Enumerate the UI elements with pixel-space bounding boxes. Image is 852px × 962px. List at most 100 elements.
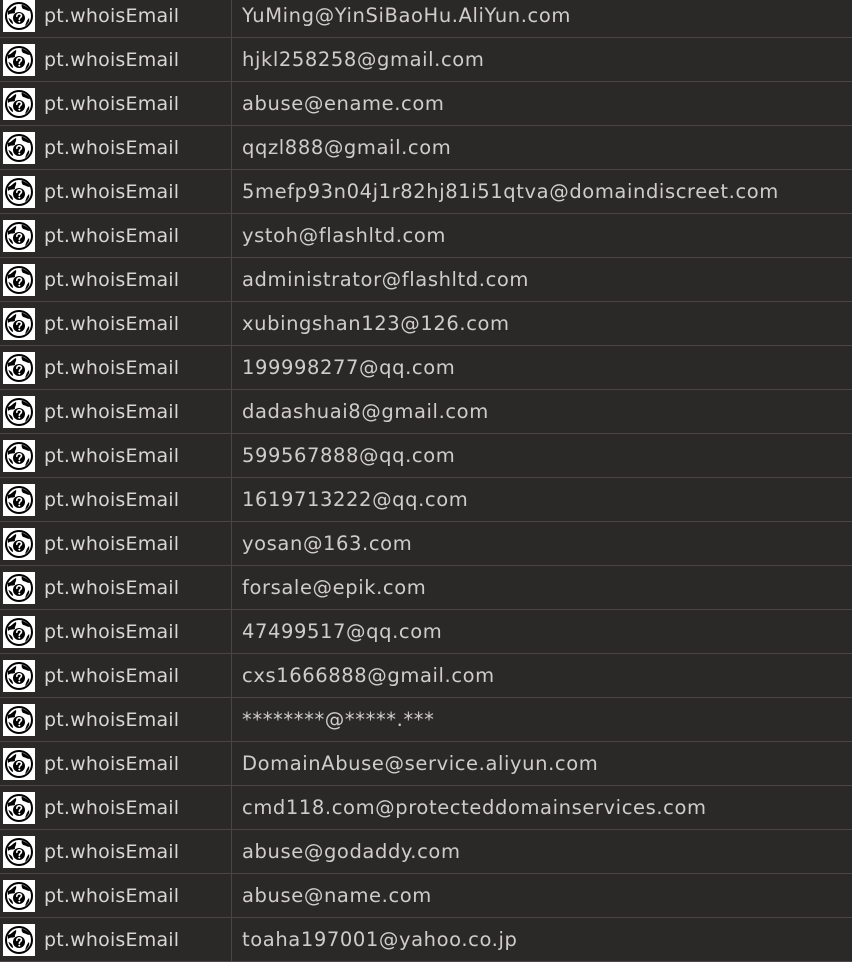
table-row[interactable]: pt.whoisEmail cxs1666888@gmail.com: [0, 654, 852, 698]
globe-question-icon: [3, 615, 35, 648]
entity-type-label: pt.whoisEmail: [44, 356, 180, 379]
table-row[interactable]: pt.whoisEmail forsale@epik.com: [0, 566, 852, 610]
table-row[interactable]: pt.whoisEmail xubingshan123@126.com: [0, 302, 852, 346]
entity-type-label: pt.whoisEmail: [44, 928, 180, 951]
entity-type-cell: pt.whoisEmail: [0, 918, 232, 961]
entity-type-cell: pt.whoisEmail: [0, 390, 232, 433]
table-row[interactable]: pt.whoisEmail DomainAbuse@service.aliyun…: [0, 742, 852, 786]
entity-type-label: pt.whoisEmail: [44, 708, 180, 731]
table-row[interactable]: pt.whoisEmail 5mefp93n04j1r82hj81i51qtva…: [0, 170, 852, 214]
entity-type-label: pt.whoisEmail: [44, 532, 180, 555]
globe-question-icon: [3, 175, 35, 208]
globe-question-icon: [3, 747, 35, 780]
globe-question-icon: [3, 439, 35, 472]
table-row[interactable]: pt.whoisEmail qqzl888@gmail.com: [0, 126, 852, 170]
globe-question-icon: [3, 835, 35, 868]
table-row[interactable]: pt.whoisEmail 47499517@qq.com: [0, 610, 852, 654]
entity-type-cell: pt.whoisEmail: [0, 302, 232, 345]
entity-type-label: pt.whoisEmail: [44, 488, 180, 511]
entity-type-label: pt.whoisEmail: [44, 224, 180, 247]
entity-value: qqzl888@gmail.com: [242, 136, 452, 159]
table-row[interactable]: pt.whoisEmail yosan@163.com: [0, 522, 852, 566]
entity-type-label: pt.whoisEmail: [44, 136, 180, 159]
entity-type-cell: pt.whoisEmail: [0, 170, 232, 213]
entity-type-label: pt.whoisEmail: [44, 444, 180, 467]
entity-type-cell: pt.whoisEmail: [0, 38, 232, 81]
entity-value: 47499517@qq.com: [242, 620, 443, 643]
table-row[interactable]: pt.whoisEmail hjkl258258@gmail.com: [0, 38, 852, 82]
entity-type-label: pt.whoisEmail: [44, 576, 180, 599]
entity-type-label: pt.whoisEmail: [44, 400, 180, 423]
entity-value: xubingshan123@126.com: [242, 312, 510, 335]
table-row[interactable]: pt.whoisEmail ********@*****.***: [0, 698, 852, 742]
table-row[interactable]: pt.whoisEmail abuse@name.com: [0, 874, 852, 918]
entity-type-label: pt.whoisEmail: [44, 752, 180, 775]
entity-value: cmd118.com@protecteddomainservices.com: [242, 796, 707, 819]
entity-value: 599567888@qq.com: [242, 444, 456, 467]
globe-question-icon: [3, 87, 35, 120]
entity-type-cell: pt.whoisEmail: [0, 434, 232, 477]
entity-value: ********@*****.***: [242, 708, 435, 731]
entity-type-cell: pt.whoisEmail: [0, 830, 232, 873]
entity-value: 199998277@qq.com: [242, 356, 456, 379]
table-row[interactable]: pt.whoisEmail 199998277@qq.com: [0, 346, 852, 390]
globe-question-icon: [3, 263, 35, 296]
table-row[interactable]: pt.whoisEmail dadashuai8@gmail.com: [0, 390, 852, 434]
entity-value: 1619713222@qq.com: [242, 488, 469, 511]
entity-type-cell: pt.whoisEmail: [0, 522, 232, 565]
table-row[interactable]: pt.whoisEmail ystoh@flashltd.com: [0, 214, 852, 258]
globe-question-icon: [3, 659, 35, 692]
globe-question-icon: [3, 879, 35, 912]
table-row[interactable]: pt.whoisEmail abuse@godaddy.com: [0, 830, 852, 874]
entity-value: abuse@name.com: [242, 884, 432, 907]
table-row[interactable]: pt.whoisEmail toaha197001@yahoo.co.jp: [0, 918, 852, 962]
entity-value: forsale@epik.com: [242, 576, 427, 599]
entity-type-cell: pt.whoisEmail: [0, 786, 232, 829]
entity-value: YuMing@YinSiBaoHu.AliYun.com: [242, 4, 571, 27]
entity-value: ystoh@flashltd.com: [242, 224, 446, 247]
entity-type-label: pt.whoisEmail: [44, 268, 180, 291]
entity-type-cell: pt.whoisEmail: [0, 742, 232, 785]
entity-type-cell: pt.whoisEmail: [0, 874, 232, 917]
globe-question-icon: [3, 351, 35, 384]
entity-type-cell: pt.whoisEmail: [0, 654, 232, 697]
entity-type-cell: pt.whoisEmail: [0, 126, 232, 169]
globe-question-icon: [3, 0, 35, 32]
entity-type-label: pt.whoisEmail: [44, 180, 180, 203]
entity-type-label: pt.whoisEmail: [44, 840, 180, 863]
entity-type-cell: pt.whoisEmail: [0, 82, 232, 125]
entity-value: DomainAbuse@service.aliyun.com: [242, 752, 599, 775]
entity-type-cell: pt.whoisEmail: [0, 610, 232, 653]
entity-type-cell: pt.whoisEmail: [0, 258, 232, 301]
table-row[interactable]: pt.whoisEmail YuMing@YinSiBaoHu.AliYun.c…: [0, 0, 852, 38]
entity-value: 5mefp93n04j1r82hj81i51qtva@domaindiscree…: [242, 180, 779, 203]
table-row[interactable]: pt.whoisEmail administrator@flashltd.com: [0, 258, 852, 302]
globe-question-icon: [3, 219, 35, 252]
entity-table: pt.whoisEmail YuMing@YinSiBaoHu.AliYun.c…: [0, 0, 852, 962]
table-row[interactable]: pt.whoisEmail 1619713222@qq.com: [0, 478, 852, 522]
globe-question-icon: [3, 923, 35, 956]
entity-value: hjkl258258@gmail.com: [242, 48, 485, 71]
table-row[interactable]: pt.whoisEmail 599567888@qq.com: [0, 434, 852, 478]
globe-question-icon: [3, 791, 35, 824]
globe-question-icon: [3, 527, 35, 560]
globe-question-icon: [3, 571, 35, 604]
table-row[interactable]: pt.whoisEmail cmd118.com@protecteddomain…: [0, 786, 852, 830]
entity-type-label: pt.whoisEmail: [44, 312, 180, 335]
globe-question-icon: [3, 703, 35, 736]
entity-value: abuse@ename.com: [242, 92, 445, 115]
entity-value: administrator@flashltd.com: [242, 268, 530, 291]
entity-type-label: pt.whoisEmail: [44, 664, 180, 687]
entity-type-cell: pt.whoisEmail: [0, 346, 232, 389]
entity-type-label: pt.whoisEmail: [44, 48, 180, 71]
entity-type-label: pt.whoisEmail: [44, 4, 180, 27]
entity-value: toaha197001@yahoo.co.jp: [242, 928, 518, 951]
table-row[interactable]: pt.whoisEmail abuse@ename.com: [0, 82, 852, 126]
entity-type-label: pt.whoisEmail: [44, 796, 180, 819]
globe-question-icon: [3, 131, 35, 164]
globe-question-icon: [3, 483, 35, 516]
globe-question-icon: [3, 43, 35, 76]
globe-question-icon: [3, 395, 35, 428]
entity-type-label: pt.whoisEmail: [44, 884, 180, 907]
globe-question-icon: [3, 307, 35, 340]
